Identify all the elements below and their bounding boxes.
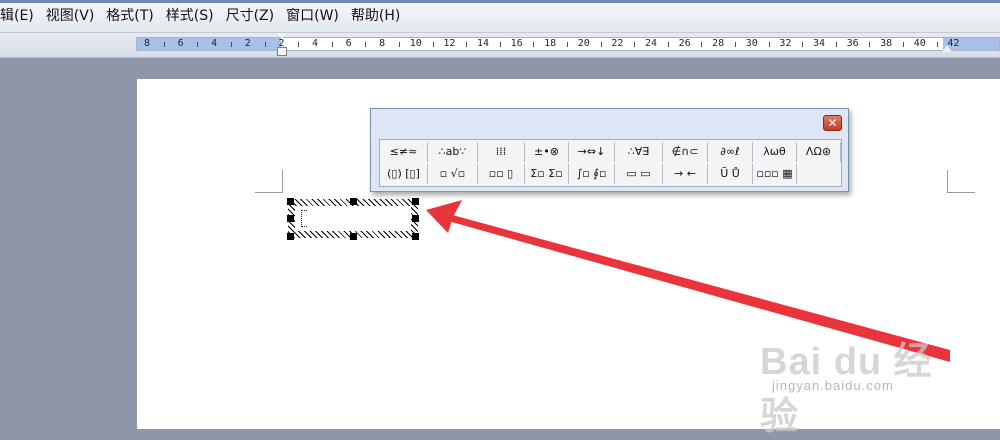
watermark-url: jingyan.baidu.com bbox=[772, 378, 894, 393]
watermark: Bai du 经验 jingyan.baidu.com bbox=[740, 330, 960, 438]
